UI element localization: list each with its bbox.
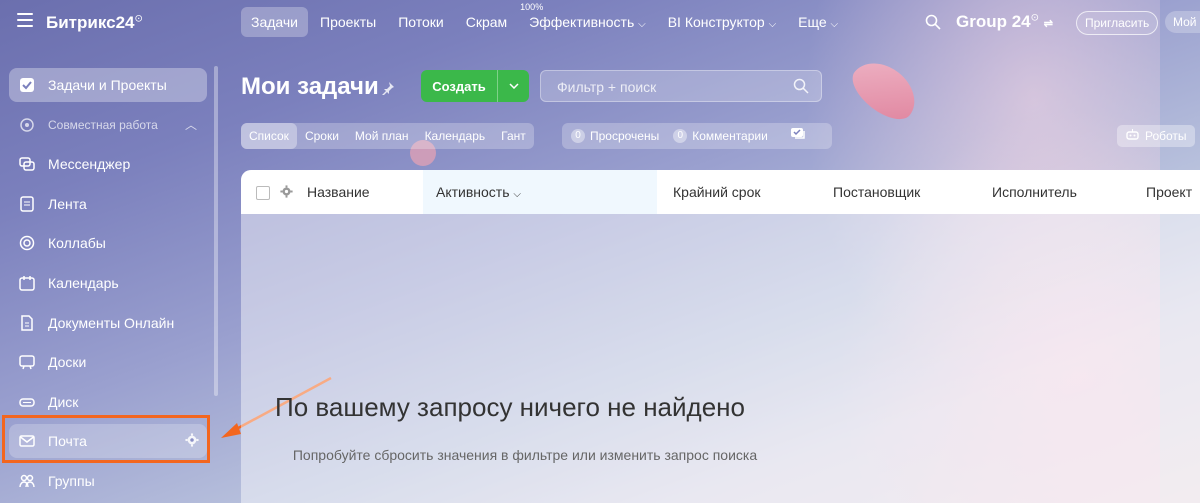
menu-icon[interactable] (17, 13, 33, 27)
view-list[interactable]: Список (241, 123, 297, 149)
column-assignee[interactable]: Исполнитель (992, 170, 1077, 214)
view-calendar[interactable]: Календарь (417, 123, 494, 149)
sidebar-item-tasks-projects[interactable]: Задачи и Проекты (9, 68, 207, 102)
view-gantt[interactable]: Гант (493, 123, 534, 149)
empty-state-hint: Попробуйте сбросить значения в фильтре и… (292, 447, 758, 463)
pin-icon[interactable] (381, 81, 395, 95)
sidebar-item-calendar[interactable]: Календарь (9, 266, 207, 300)
robots-label: Роботы (1145, 129, 1187, 143)
sidebar-item-label: Лента (48, 196, 87, 212)
nav-more[interactable]: Еще ⌵ (788, 7, 848, 37)
chevron-down-icon: ⌵ (768, 19, 777, 30)
checkbox-icon (18, 76, 36, 94)
nav-efficiency[interactable]: 100% Эффективность ⌵ (519, 2, 656, 37)
page-title: Мои задачи (241, 73, 379, 100)
create-button-label: Создать (432, 78, 486, 94)
counter-value: 0 (571, 129, 585, 143)
sidebar-scrollbar[interactable] (214, 66, 218, 396)
filter-search-field[interactable] (540, 70, 822, 102)
collab-group-icon (18, 116, 36, 134)
nav-efficiency-label: Эффективность (529, 14, 635, 30)
search-icon[interactable] (925, 14, 941, 30)
select-all-checkbox[interactable] (256, 186, 270, 200)
column-activity[interactable]: Активность ⌵ (423, 170, 657, 214)
calendar-icon (18, 274, 36, 292)
sidebar-item-groups[interactable]: Группы (9, 464, 207, 498)
sidebar-item-boards[interactable]: Доски (9, 345, 207, 379)
view-my-plan[interactable]: Мой план (347, 123, 417, 149)
counter-overdue[interactable]: 0 Просрочены (571, 129, 659, 143)
nav-scrum[interactable]: Скрам (456, 7, 517, 37)
column-deadline[interactable]: Крайний срок (673, 170, 761, 214)
nav-bi-label: BI Конструктор (667, 14, 765, 30)
brand-name: Битрикс24 (46, 13, 135, 32)
chevron-up-icon[interactable]: ︿ (185, 116, 197, 133)
boards-icon (18, 353, 36, 371)
sidebar-item-label: Мессенджер (48, 156, 131, 172)
sidebar-item-documents[interactable]: Документы Онлайн (9, 306, 207, 340)
sidebar-item-messenger[interactable]: Мессенджер (9, 147, 207, 181)
top-nav: Задачи Проекты Потоки Скрам 100% Эффектив… (241, 2, 850, 37)
settings-switch-icon: ⇌ (1043, 18, 1053, 30)
column-name[interactable]: Название (307, 170, 370, 214)
view-deadlines[interactable]: Сроки (297, 123, 347, 149)
sidebar-item-label: Документы Онлайн (48, 315, 175, 331)
feed-icon (18, 195, 36, 213)
sidebar-group-collaboration[interactable]: Совместная работа ︿ (9, 108, 207, 142)
read-all-icon[interactable] (790, 127, 806, 146)
view-switcher: Список Сроки Мой план Календарь Гант (241, 123, 534, 149)
counter-label: Комментарии (692, 129, 768, 143)
nav-tasks[interactable]: Задачи (241, 7, 309, 37)
group-name[interactable]: Group 24⊙ ⇌ (956, 12, 1053, 32)
nav-flows[interactable]: Потоки (388, 7, 454, 37)
sidebar-item-label: Задачи и Проекты (48, 77, 167, 93)
sidebar-item-label: Группы (48, 473, 95, 489)
filter-search-input[interactable] (555, 77, 789, 97)
sidebar-item-feed[interactable]: Лента (9, 187, 207, 221)
counters-bar: 0 Просрочены 0 Комментарии (562, 123, 832, 149)
column-activity-label: Активность (436, 184, 510, 200)
chevron-down-icon[interactable] (498, 83, 529, 89)
create-button[interactable]: Создать (421, 70, 529, 102)
nav-projects[interactable]: Проекты (310, 7, 386, 37)
chevron-down-icon: ⌵ (638, 19, 646, 30)
gear-icon[interactable] (280, 185, 293, 198)
group-label: Group 24 (956, 12, 1031, 31)
column-creator[interactable]: Постановщик (833, 170, 920, 214)
top-bar: Битрикс24⊙ Задачи Проекты Потоки Скрам 1… (0, 0, 1200, 46)
groups-icon (18, 472, 36, 490)
document-icon (18, 314, 36, 332)
nav-more-label: Еще (798, 14, 827, 30)
nav-bi-constructor[interactable]: BI Конструктор ⌵ (658, 7, 786, 37)
empty-state-title: По вашему запросу ничего не найдено (275, 392, 745, 422)
robots-button[interactable]: Роботы (1117, 125, 1195, 147)
invite-button[interactable]: Пригласить (1076, 11, 1159, 35)
robot-icon (1126, 129, 1139, 143)
my-profile-button[interactable]: Мой (1165, 11, 1200, 33)
counter-value: 0 (673, 129, 688, 143)
efficiency-badge: 100% (520, 2, 544, 12)
sidebar-item-label: Коллабы (48, 235, 106, 251)
table-header: Название Активность ⌵ Крайний срок Поста… (241, 170, 1200, 214)
counter-comments[interactable]: 0 Комментарии (673, 129, 768, 143)
collabs-icon (18, 234, 36, 252)
messenger-icon (18, 155, 36, 173)
sidebar-item-label: Календарь (48, 275, 119, 291)
sidebar-item-collabs[interactable]: Коллабы (9, 226, 207, 260)
brand-clock-icon: ⊙ (134, 13, 143, 25)
column-project[interactable]: Проект (1146, 170, 1192, 214)
chevron-down-icon: ⌵ (513, 189, 521, 200)
sidebar-item-label: Доски (48, 354, 87, 370)
background-petal (843, 51, 927, 129)
brand-logo[interactable]: Битрикс24⊙ (46, 13, 143, 33)
sidebar-item-label: Совместная работа (48, 118, 158, 132)
chevron-down-icon: ⌵ (830, 19, 839, 30)
search-icon[interactable] (793, 78, 809, 94)
counter-label: Просрочены (590, 129, 660, 143)
clock-icon: ⊙ (1030, 12, 1040, 24)
